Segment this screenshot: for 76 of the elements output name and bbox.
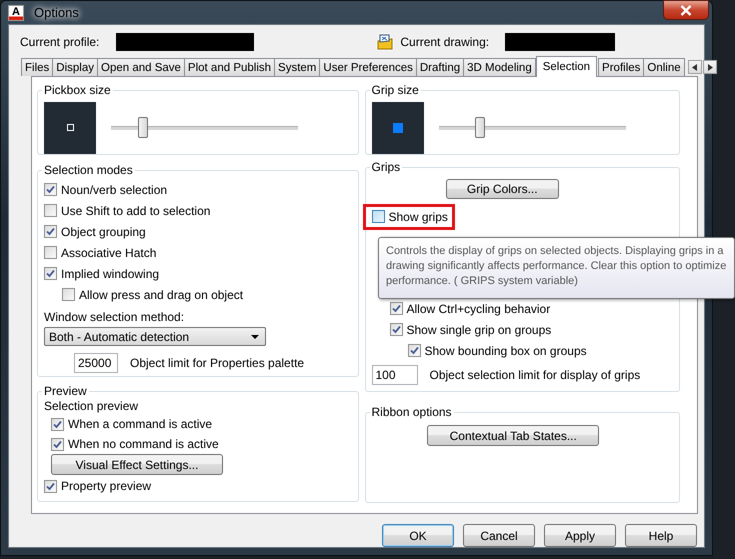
dialog-button[interactable]: Apply [544, 524, 616, 547]
visual-effect-settings-button[interactable]: Visual Effect Settings... [51, 454, 223, 475]
tab[interactable]: Online [643, 58, 685, 76]
slider-thumb[interactable] [474, 117, 485, 138]
checkbox[interactable] [44, 204, 57, 217]
checkbox[interactable] [390, 323, 402, 336]
group-title: Grips [370, 160, 402, 174]
checkbox-label: Object grouping [61, 224, 146, 238]
number-field[interactable]: 25000 [74, 353, 118, 373]
checkbox-label: Associative Hatch [61, 246, 156, 260]
tab[interactable]: Drafting [416, 58, 464, 76]
close-button[interactable] [663, 0, 709, 20]
checkbox-label: Show grips [388, 210, 448, 224]
checkbox-label: Implied windowing [61, 266, 160, 280]
tab[interactable]: System [274, 58, 320, 76]
window-title: Options [33, 5, 80, 20]
checkbox[interactable] [51, 438, 64, 450]
checkbox-label: When a command is active [68, 417, 212, 431]
drawing-label: Current drawing: [400, 35, 490, 49]
left-arrow-icon [692, 64, 698, 70]
group-title: Selection modes [43, 163, 134, 177]
tab[interactable]: 3D Modeling [463, 58, 536, 76]
checkbox[interactable] [62, 288, 75, 301]
grip-square-icon [392, 122, 402, 132]
scroll-left-button[interactable] [688, 60, 702, 74]
slider-track[interactable] [438, 117, 626, 138]
checkbox[interactable] [372, 210, 384, 223]
field-label: Object limit for Properties palette [130, 356, 304, 370]
checkbox[interactable] [390, 302, 402, 315]
checkbox[interactable] [408, 344, 420, 357]
checkbox[interactable] [51, 418, 64, 430]
group-title: Pickbox size [43, 83, 112, 97]
grip-colors-button[interactable]: Grip Colors... [446, 179, 559, 199]
slider-thumb[interactable] [138, 117, 148, 138]
tab[interactable]: Selection [536, 56, 598, 77]
checkbox-label: Noun/verb selection [61, 182, 168, 196]
tab[interactable]: Plot and Publish [184, 58, 276, 76]
tab[interactable]: Open and Save [97, 58, 185, 76]
profile-label: Current profile: [20, 35, 100, 49]
right-arrow-icon [706, 64, 713, 70]
field-label: Window selection method: [44, 310, 184, 324]
dropdown-arrow-icon [251, 334, 259, 338]
group-title: Grip size [370, 83, 420, 97]
checkbox[interactable] [44, 267, 57, 280]
checkbox-label: Allow Ctrl+cycling behavior [406, 302, 550, 316]
close-icon [680, 4, 692, 16]
tab[interactable]: Files [21, 58, 54, 76]
field-label: Object selection limit for display of grips [430, 368, 640, 382]
tab[interactable]: Display [52, 58, 98, 76]
app-icon: A [8, 4, 24, 20]
checkbox-label: Use Shift to add to selection [61, 204, 210, 218]
dialog-button[interactable]: Help [625, 524, 697, 547]
checkbox-label: Allow press and drag on object [79, 288, 244, 302]
method-dropdown[interactable]: Both - Automatic detection [44, 327, 266, 346]
checkbox[interactable] [44, 183, 57, 196]
contextual-tab-states-button[interactable]: Contextual Tab States... [427, 425, 600, 446]
scroll-right-button[interactable] [702, 60, 717, 74]
pickbox-square-icon [66, 124, 74, 131]
tab[interactable]: User Preferences [319, 58, 417, 76]
checkbox[interactable] [44, 480, 57, 492]
tab[interactable]: Profiles [598, 58, 644, 76]
dialog-button[interactable]: OK [382, 524, 454, 547]
checkbox-label: When no command is active [68, 437, 219, 451]
slider-track[interactable] [111, 117, 298, 138]
group-title: Ribbon options [370, 405, 453, 419]
drawing-file-icon [376, 33, 394, 51]
checkbox-label: Show bounding box on groups [424, 344, 587, 358]
checkbox[interactable] [44, 225, 57, 238]
tooltip: Controls the display of grips on selected objects. Displaying grips in a drawing significantly affects performance. Clear this option to optimize performance. ( GRIPS system variable) [378, 237, 735, 299]
checkbox-label: Show single grip on groups [406, 322, 552, 336]
number-field[interactable]: 100 [372, 365, 418, 385]
section-label: Selection preview [44, 398, 138, 412]
dialog-button[interactable]: Cancel [463, 524, 535, 547]
checkbox-label: Property preview [61, 479, 152, 493]
checkbox[interactable] [44, 246, 57, 259]
group-title: Preview [43, 384, 88, 398]
